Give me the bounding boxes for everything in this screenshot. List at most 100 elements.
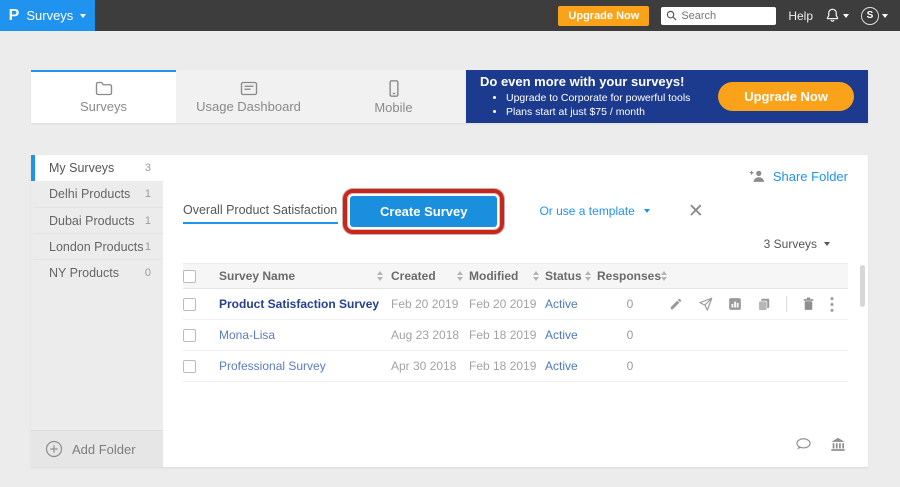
sort-icon[interactable]	[661, 271, 667, 281]
share-folder-button[interactable]: Share Folder	[183, 165, 848, 187]
help-link[interactable]: Help	[788, 9, 813, 23]
folder-count: 1	[145, 215, 151, 227]
chevron-down-icon	[80, 14, 86, 18]
send-icon[interactable]	[698, 297, 713, 312]
survey-link[interactable]: Mona-Lisa	[219, 328, 275, 342]
sort-icon[interactable]	[377, 271, 383, 281]
use-template-dropdown[interactable]: Or use a template	[539, 204, 649, 218]
reports-icon[interactable]	[728, 297, 742, 311]
use-template-label: Or use a template	[539, 204, 634, 218]
banner-title: Do even more with your surveys!	[480, 74, 690, 89]
share-folder-icon	[749, 169, 766, 183]
sort-icon[interactable]	[457, 271, 463, 281]
modified-date: Feb 18 2019	[469, 359, 536, 373]
top-navigation-bar: P Surveys Upgrade Now Help S	[0, 0, 900, 31]
proprofs-logo-icon: P	[9, 8, 20, 24]
banner-bullet: Upgrade to Corporate for powerful tools	[506, 91, 690, 105]
create-survey-button[interactable]: Create Survey	[350, 196, 497, 227]
add-folder-label: Add Folder	[72, 442, 136, 457]
table-row: Product Satisfaction Survey Feb 20 2019 …	[183, 289, 848, 320]
sort-icon[interactable]	[533, 271, 539, 281]
search-box[interactable]	[661, 7, 776, 25]
survey-name-value: Overall Product Satisfaction	[183, 203, 337, 217]
archive-icon[interactable]	[830, 437, 846, 457]
tab-label: Mobile	[374, 100, 412, 115]
chevron-down-icon	[882, 14, 888, 18]
folder-count: 3	[145, 162, 151, 174]
app-window: P Surveys Upgrade Now Help S Surveys	[0, 0, 900, 487]
duplicate-icon[interactable]	[757, 297, 771, 311]
tab-usage-dashboard[interactable]: Usage Dashboard	[176, 70, 321, 123]
mobile-icon	[388, 80, 400, 97]
row-checkbox[interactable]	[183, 360, 196, 373]
create-survey-toolbar: Overall Product Satisfaction Create Surv…	[183, 191, 848, 231]
modified-date: Feb 20 2019	[469, 297, 536, 311]
modified-date: Feb 18 2019	[469, 328, 536, 342]
upsell-banner: Do even more with your surveys! Upgrade …	[466, 70, 868, 123]
actions-divider	[786, 296, 787, 312]
bell-icon	[825, 8, 840, 23]
notifications-menu[interactable]	[825, 8, 849, 23]
search-icon	[666, 10, 677, 21]
col-header-modified: Modified	[469, 269, 518, 283]
survey-link[interactable]: Product Satisfaction Survey	[219, 297, 379, 311]
close-icon[interactable]: ✕	[688, 202, 704, 221]
folder-count: 0	[145, 267, 151, 279]
upgrade-now-button[interactable]: Upgrade Now	[558, 6, 649, 26]
survey-link[interactable]: Professional Survey	[219, 359, 326, 373]
surveys-count-dropdown[interactable]: 3 Surveys	[183, 233, 848, 255]
folder-count: 1	[145, 241, 151, 253]
folder-label: London Products	[49, 240, 144, 254]
section-tabs: Surveys Usage Dashboard Mobile	[31, 70, 466, 123]
table-row: Professional Survey Apr 30 2018 Feb 18 2…	[183, 351, 848, 382]
row-checkbox[interactable]	[183, 329, 196, 342]
responses-count: 0	[597, 359, 663, 373]
responses-count: 0	[597, 328, 663, 342]
surveys-table: Survey Name Created Modified Status	[183, 263, 848, 382]
more-options-icon[interactable]	[830, 297, 834, 312]
chevron-down-icon	[843, 14, 849, 18]
folder-icon	[95, 81, 113, 96]
tab-surveys[interactable]: Surveys	[31, 70, 176, 123]
product-switcher[interactable]: P Surveys	[0, 0, 95, 31]
banner-bullet: Plans start at just $75 / month	[506, 105, 690, 119]
dashboard-icon	[240, 81, 258, 96]
status-badge: Active	[545, 297, 578, 311]
sidebar-item-delhi-products[interactable]: Delhi Products 1	[31, 181, 163, 207]
product-menu-label: Surveys	[26, 8, 73, 23]
select-all-checkbox[interactable]	[183, 270, 196, 283]
feedback-icon[interactable]	[795, 437, 812, 457]
surveys-count-label: 3 Surveys	[764, 237, 817, 251]
delete-icon[interactable]	[802, 297, 815, 311]
account-menu[interactable]: S	[861, 7, 888, 25]
search-input[interactable]	[681, 10, 771, 22]
sidebar-item-ny-products[interactable]: NY Products 0	[31, 259, 163, 285]
sidebar-item-london-products[interactable]: London Products 1	[31, 233, 163, 259]
surveys-panel: My Surveys 3 Delhi Products 1 Dubai Prod…	[31, 155, 868, 467]
plus-circle-icon	[45, 440, 63, 458]
folder-label: Delhi Products	[49, 187, 130, 201]
status-badge: Active	[545, 359, 578, 373]
folder-label: My Surveys	[49, 161, 114, 175]
folder-content: Share Folder Overall Product Satisfactio…	[163, 155, 868, 467]
edit-icon[interactable]	[669, 297, 683, 311]
col-header-created: Created	[391, 269, 436, 283]
add-folder-button[interactable]: Add Folder	[31, 430, 163, 467]
sort-icon[interactable]	[585, 271, 591, 281]
row-checkbox[interactable]	[183, 298, 196, 311]
banner-upgrade-button[interactable]: Upgrade Now	[718, 82, 854, 111]
tab-label: Usage Dashboard	[196, 99, 301, 114]
avatar: S	[861, 7, 879, 25]
sidebar-item-my-surveys[interactable]: My Surveys 3	[31, 155, 163, 181]
sidebar-item-dubai-products[interactable]: Dubai Products 1	[31, 207, 163, 233]
tab-mobile[interactable]: Mobile	[321, 70, 466, 123]
tab-label: Surveys	[80, 99, 127, 114]
created-date: Apr 30 2018	[391, 359, 456, 373]
folders-sidebar: My Surveys 3 Delhi Products 1 Dubai Prod…	[31, 155, 163, 467]
responses-count: 0	[597, 297, 663, 311]
folder-label: NY Products	[49, 266, 119, 280]
scrollbar-thumb[interactable]	[860, 265, 865, 307]
table-row: Mona-Lisa Aug 23 2018 Feb 18 2019 Active…	[183, 320, 848, 351]
survey-name-input[interactable]: Overall Product Satisfaction	[183, 199, 338, 224]
table-header-row: Survey Name Created Modified Status	[183, 263, 848, 289]
